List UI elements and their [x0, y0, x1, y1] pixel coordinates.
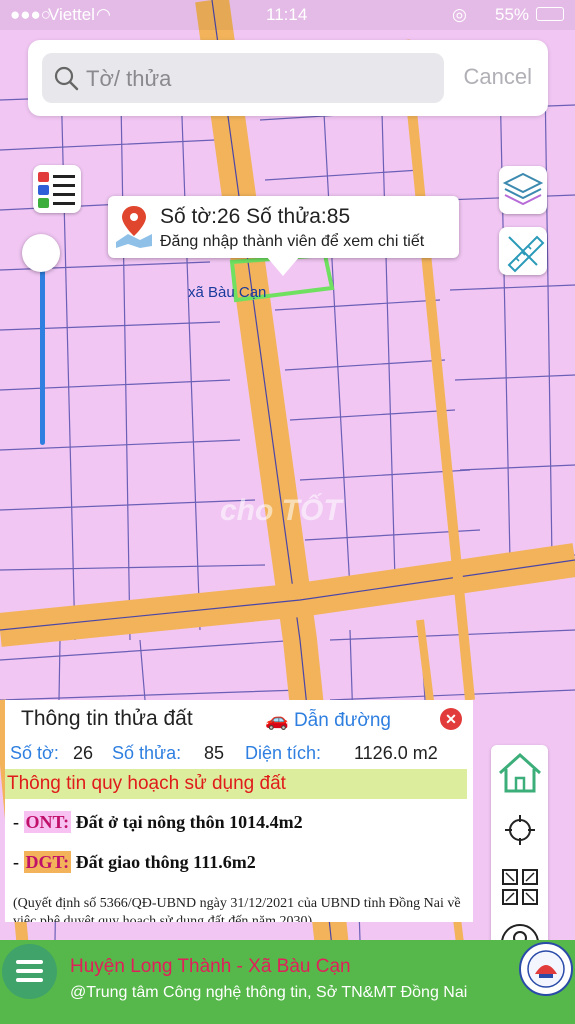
directions-button[interactable]: 🚗 Dẫn đường	[265, 708, 391, 732]
ruler-icon	[507, 235, 545, 273]
lock-rotation-icon: ◎	[452, 5, 467, 24]
status-bar: ●●●○ Viettel ◠ 11:14 ◎ 55%	[0, 0, 575, 30]
measure-button[interactable]	[499, 227, 547, 275]
planning-header: Thông tin quy hoạch sử dụng đất	[5, 769, 467, 799]
layers-button[interactable]	[499, 166, 547, 214]
planning-header-text: Thông tin quy hoạch sử dụng đất	[7, 773, 286, 794]
zone-row-ont: - ONT: Đất ở tại nông thôn 1014.4m2	[13, 811, 303, 833]
signal-icon: ●●●○	[10, 5, 52, 24]
credit-label: @Trung tâm Công nghệ thông tin, Sở TN&MT…	[70, 984, 468, 1001]
legend-button[interactable]	[33, 165, 81, 213]
sheet-label: Số tờ:	[10, 743, 59, 763]
home-icon	[498, 752, 541, 793]
decision-note: (Quyết định số 5366/QĐ-UBND ngày 31/12/2…	[13, 896, 461, 922]
right-toolbar	[491, 745, 548, 971]
zone-row-dgt: - DGT: Đất giao thông 111.6m2	[13, 851, 256, 873]
area-value: 1126.0 m2	[354, 743, 438, 763]
opacity-slider-knob[interactable]	[22, 234, 60, 272]
parcel-summary-row: Số tờ: 26 Số thửa: 85 Diện tích: 1126.0 …	[5, 740, 473, 768]
panel-title: Thông tin thửa đất	[21, 707, 193, 730]
zone-code: ONT:	[23, 811, 72, 833]
qr-scan-button[interactable]	[491, 859, 548, 915]
home-button[interactable]	[491, 745, 548, 801]
hamburger-menu-icon	[16, 960, 43, 982]
legend-list-icon	[38, 172, 75, 208]
carrier-label: Viettel	[48, 5, 95, 24]
wifi-icon: ◠	[96, 5, 111, 24]
callout-subtitle[interactable]: Đăng nhập thành viên để xem chi tiết	[160, 233, 424, 251]
parcel-value: 85	[204, 743, 225, 763]
zone-text: Đất giao thông 111.6m2	[75, 852, 256, 872]
directions-label: Dẫn đường	[293, 710, 391, 731]
map-pin-icon	[116, 206, 152, 248]
battery-percent: 55%	[495, 5, 530, 24]
battery-icon	[536, 7, 564, 21]
search-bar: Cancel	[28, 40, 548, 116]
search-input[interactable]	[84, 53, 438, 105]
opacity-slider-track[interactable]	[40, 255, 45, 445]
watermark: cho TỐT	[220, 494, 342, 527]
area-label: Diện tích:	[245, 743, 322, 763]
car-icon: 🚗	[265, 710, 289, 731]
search-icon	[54, 66, 79, 91]
commune-label: xã Bàu Cạn	[188, 284, 267, 301]
crosshair-icon	[504, 815, 535, 845]
close-icon[interactable]: ✕	[440, 708, 462, 730]
parcel-label: Số thửa:	[112, 743, 182, 763]
layers-icon	[502, 172, 544, 206]
footer-bar: Huyện Long Thành - Xã Bàu Cạn @Trung tâm…	[0, 940, 575, 1024]
cancel-button[interactable]: Cancel	[464, 64, 532, 90]
zone-code: DGT:	[23, 851, 72, 873]
parcel-info-panel: Thông tin thửa đất 🚗 Dẫn đường ✕ Số tờ: …	[5, 700, 473, 922]
callout-pointer	[266, 256, 300, 276]
district-label: Huyện Long Thành - Xã Bàu Cạn	[70, 956, 351, 977]
department-seal-icon	[527, 950, 565, 988]
panel-header: Thông tin thửa đất 🚗 Dẫn đường ✕	[5, 700, 473, 738]
search-field[interactable]	[42, 53, 444, 105]
qr-code-icon	[501, 869, 538, 905]
locate-button[interactable]	[491, 802, 548, 858]
department-logo	[519, 942, 573, 996]
sheet-value: 26	[73, 743, 94, 763]
menu-button[interactable]	[2, 944, 57, 999]
parcel-callout[interactable]: Số tờ:26 Số thửa:85 Đăng nhập thành viên…	[108, 196, 459, 258]
callout-title: Số tờ:26 Số thửa:85	[160, 205, 351, 228]
clock: 11:14	[266, 5, 308, 24]
zone-text: Đất ở tại nông thôn 1014.4m2	[75, 812, 303, 832]
